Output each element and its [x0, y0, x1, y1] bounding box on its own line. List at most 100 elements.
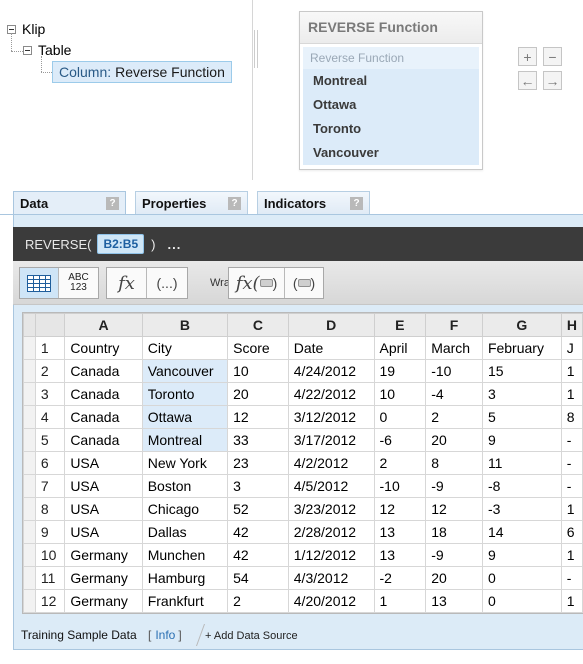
table-cell[interactable]: 1 [560, 543, 583, 567]
row-number[interactable]: 10 [34, 543, 66, 567]
table-cell[interactable]: 8 [560, 405, 583, 429]
help-icon[interactable]: ? [228, 197, 241, 210]
table-cell[interactable]: 12 [425, 497, 483, 521]
column-header[interactable]: F [425, 313, 483, 337]
data-source-info-link[interactable]: Info [155, 628, 175, 642]
table-cell[interactable]: -9 [425, 543, 483, 567]
row-number[interactable]: 3 [34, 382, 66, 406]
table-cell[interactable]: Score [227, 336, 289, 360]
table-cell[interactable]: USA [64, 497, 143, 521]
column-header[interactable]: E [373, 313, 427, 337]
table-cell[interactable]: 6 [560, 520, 583, 544]
row-number[interactable]: 9 [34, 520, 66, 544]
table-cell[interactable]: 13 [373, 520, 427, 544]
table-cell[interactable]: Country [64, 336, 143, 360]
table-cell[interactable]: Canada [64, 359, 143, 383]
table-cell[interactable]: 42 [227, 520, 289, 544]
formula-more[interactable]: ... [168, 237, 182, 252]
table-cell[interactable]: April [373, 336, 427, 360]
help-icon[interactable]: ? [106, 197, 119, 210]
tree-node-klip[interactable]: Klip [7, 21, 45, 37]
insert-parentheses-button[interactable]: (...) [147, 268, 187, 298]
table-cell[interactable]: 11 [481, 451, 562, 475]
column-header[interactable]: D [287, 313, 375, 337]
splitter-handle[interactable] [254, 30, 258, 68]
tree-node-table[interactable]: Table [23, 42, 71, 58]
table-cell[interactable]: March [425, 336, 483, 360]
table-cell[interactable]: Germany [64, 543, 143, 567]
table-cell[interactable]: 9 [481, 543, 562, 567]
table-cell[interactable]: 13 [425, 589, 483, 613]
table-cell[interactable]: 4/3/2012 [287, 566, 375, 590]
column-header[interactable]: B [141, 313, 229, 337]
table-cell[interactable]: Boston [141, 474, 229, 498]
table-cell[interactable]: 54 [227, 566, 289, 590]
table-cell[interactable]: 52 [227, 497, 289, 521]
table-cell[interactable]: 3/17/2012 [287, 428, 375, 452]
table-cell[interactable]: Hamburg [141, 566, 229, 590]
table-cell[interactable]: 33 [227, 428, 289, 452]
data-grid[interactable]: A B C D E F G H 1 Country City Score Date Apr… [22, 312, 583, 614]
add-data-source-button[interactable]: + Add Data Source [205, 630, 298, 642]
table-cell[interactable]: 0 [373, 405, 427, 429]
table-cell[interactable]: 1 [373, 589, 427, 613]
table-cell[interactable]: 14 [481, 520, 562, 544]
move-right-button[interactable]: → [543, 71, 562, 90]
table-cell[interactable]: City [141, 336, 229, 360]
table-cell[interactable]: Frankfurt [141, 589, 229, 613]
formula-bar[interactable]: REVERSE( B2:B5 ) ... [13, 227, 583, 261]
table-cell[interactable]: 10 [227, 359, 289, 383]
table-cell[interactable]: 12 [227, 405, 289, 429]
literal-value-button[interactable]: ABC 123 [59, 268, 98, 298]
table-cell[interactable]: - [560, 451, 583, 475]
tab-indicators[interactable]: Indicators ? [257, 191, 370, 215]
table-cell[interactable]: 3 [481, 382, 562, 406]
table-cell[interactable]: Canada [64, 428, 143, 452]
table-cell[interactable]: Munchen [141, 543, 229, 567]
table-cell[interactable]: 2 [425, 405, 483, 429]
table-cell[interactable]: 4/22/2012 [287, 382, 375, 406]
table-cell[interactable]: -2 [373, 566, 427, 590]
table-cell[interactable]: USA [64, 451, 143, 475]
table-cell[interactable]: 4/20/2012 [287, 589, 375, 613]
table-cell[interactable]: 3 [227, 474, 289, 498]
table-cell[interactable]: 19 [373, 359, 427, 383]
row-number[interactable]: 2 [34, 359, 66, 383]
table-cell[interactable]: 1 [560, 497, 583, 521]
table-cell[interactable]: 42 [227, 543, 289, 567]
table-cell[interactable]: Date [287, 336, 375, 360]
table-cell[interactable]: 1 [560, 589, 583, 613]
row-number[interactable]: 8 [34, 497, 66, 521]
table-cell[interactable]: Ottawa [141, 405, 229, 429]
table-cell[interactable]: 0 [481, 566, 562, 590]
table-cell[interactable]: 2 [373, 451, 427, 475]
table-cell[interactable]: - [560, 474, 583, 498]
table-cell[interactable]: -3 [481, 497, 562, 521]
table-cell[interactable]: 5 [481, 405, 562, 429]
remove-component-button[interactable]: − [543, 47, 562, 66]
tab-properties[interactable]: Properties ? [135, 191, 248, 215]
table-cell[interactable]: USA [64, 474, 143, 498]
table-cell[interactable]: -10 [373, 474, 427, 498]
table-cell[interactable]: Germany [64, 566, 143, 590]
table-cell[interactable]: Canada [64, 382, 143, 406]
wrap-parentheses-button[interactable]: ( ) [285, 268, 323, 298]
table-cell[interactable]: 3/23/2012 [287, 497, 375, 521]
row-number[interactable]: 5 [34, 428, 66, 452]
insert-function-button[interactable]: fx [107, 268, 147, 298]
collapse-icon[interactable] [23, 45, 32, 55]
table-cell[interactable]: 0 [481, 589, 562, 613]
table-cell[interactable]: New York [141, 451, 229, 475]
table-cell[interactable]: Chicago [141, 497, 229, 521]
table-cell[interactable]: 2/28/2012 [287, 520, 375, 544]
table-cell[interactable]: 20 [227, 382, 289, 406]
row-number[interactable]: 7 [34, 474, 66, 498]
table-cell[interactable]: -8 [481, 474, 562, 498]
help-icon[interactable]: ? [350, 197, 363, 210]
table-cell[interactable]: February [481, 336, 562, 360]
formula-argument[interactable]: B2:B5 [97, 234, 145, 254]
table-cell[interactable]: 23 [227, 451, 289, 475]
column-header[interactable]: C [227, 313, 289, 337]
table-cell[interactable]: 18 [425, 520, 483, 544]
move-left-button[interactable]: ← [518, 71, 537, 90]
